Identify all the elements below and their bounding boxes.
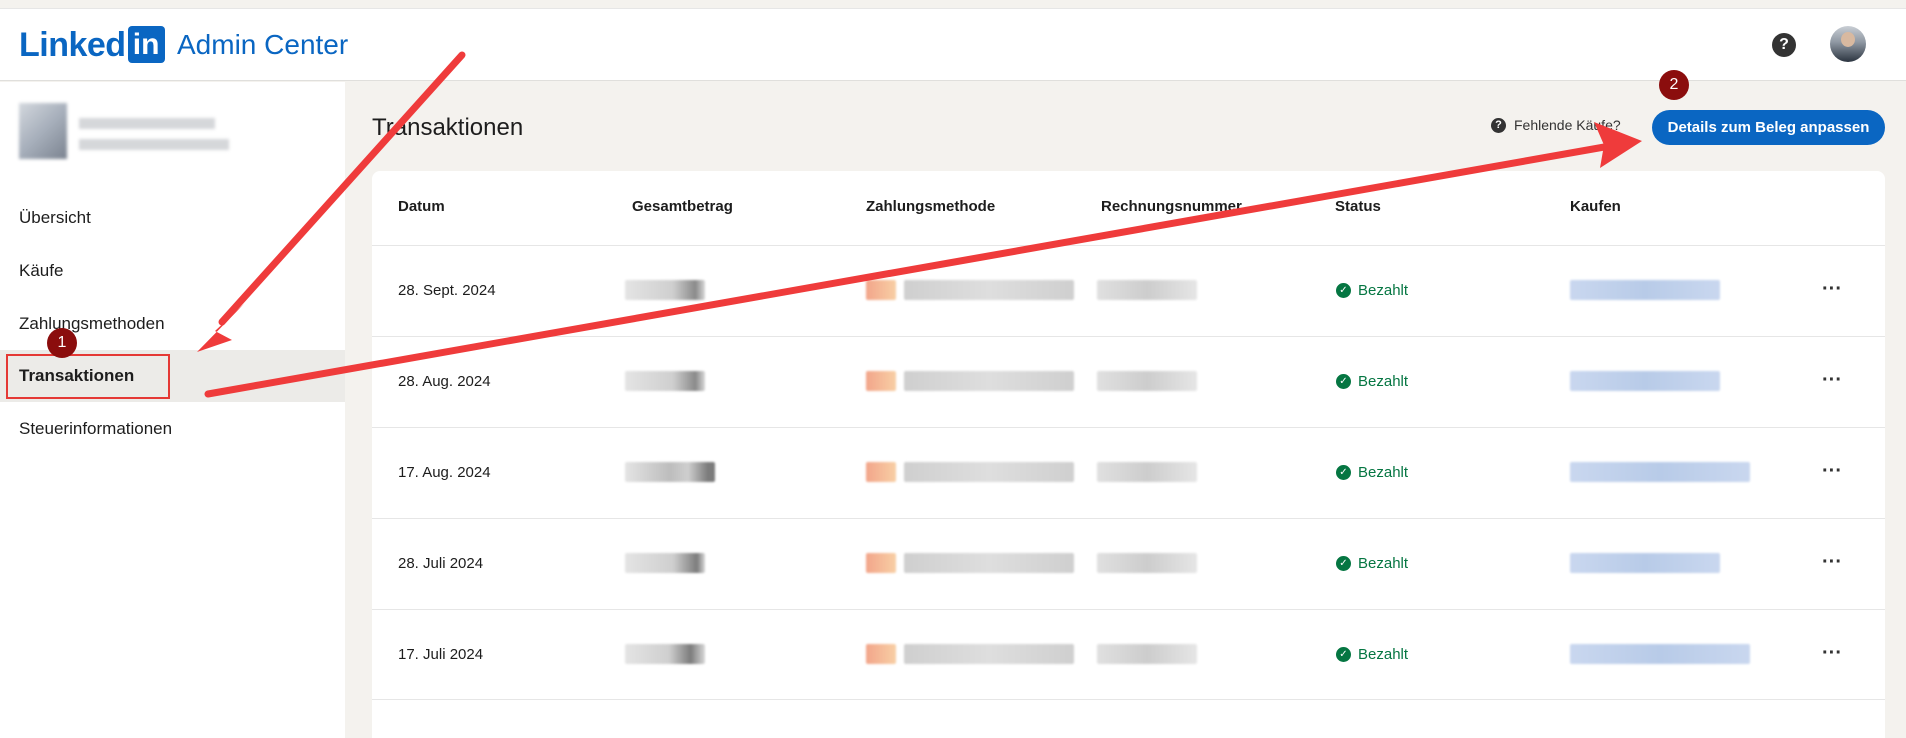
purchase-link-blurred[interactable] [1570, 553, 1720, 573]
payment-card-icon-blurred [866, 553, 896, 573]
help-icon[interactable]: ? [1772, 33, 1796, 57]
column-header-gesamtbetrag[interactable]: Gesamtbetrag [632, 198, 733, 215]
status-badge: ✓ Bezahlt [1336, 646, 1408, 663]
org-subtitle-blurred [79, 139, 229, 150]
invoice-number-blurred [1097, 280, 1197, 300]
question-icon: ? [1491, 117, 1506, 133]
check-circle-icon: ✓ [1336, 465, 1351, 480]
status-badge: ✓ Bezahlt [1336, 555, 1408, 572]
column-header-status[interactable]: Status [1335, 198, 1381, 215]
status-label: Bezahlt [1358, 282, 1409, 299]
annotation-badge-1: 1 [47, 328, 77, 358]
amount-blurred [625, 462, 715, 482]
missing-purchases-link[interactable]: ? Fehlende Käufe? [1491, 117, 1621, 133]
amount-blurred [625, 644, 705, 664]
logo-wordmark: Linked [19, 25, 126, 64]
status-label: Bezahlt [1358, 464, 1409, 481]
more-options-icon[interactable]: ··· [1822, 278, 1842, 301]
column-header-datum[interactable]: Datum [398, 198, 445, 215]
column-header-rechnungsnummer[interactable]: Rechnungsnummer [1101, 198, 1242, 215]
annotation-highlight-box [6, 354, 170, 399]
table-row[interactable]: 28. Aug. 2024 ✓ Bezahlt ··· [372, 336, 1885, 427]
column-header-kaufen[interactable]: Kaufen [1570, 198, 1621, 215]
row-date: 28. Sept. 2024 [398, 282, 496, 299]
more-options-icon[interactable]: ··· [1822, 460, 1842, 483]
payment-card-icon-blurred [866, 371, 896, 391]
column-header-zahlungsmethode[interactable]: Zahlungsmethode [866, 198, 995, 215]
sidebar: Übersicht Käufe Zahlungsmethoden Transak… [0, 82, 345, 738]
check-circle-icon: ✓ [1336, 374, 1351, 389]
payment-card-icon-blurred [866, 644, 896, 664]
purchase-link-blurred[interactable] [1570, 280, 1720, 300]
table-row[interactable]: 17. Aug. 2024 ✓ Bezahlt ··· [372, 427, 1885, 518]
sidebar-item-kaeufe[interactable]: Käufe [19, 261, 63, 281]
adjust-receipt-details-button[interactable]: Details zum Beleg anpassen [1652, 110, 1885, 145]
avatar[interactable] [1830, 26, 1866, 62]
more-options-icon[interactable]: ··· [1822, 551, 1842, 574]
more-options-icon[interactable]: ··· [1822, 642, 1842, 665]
org-logo-blurred [19, 103, 67, 159]
row-date: 17. Aug. 2024 [398, 464, 491, 481]
more-options-icon[interactable]: ··· [1822, 369, 1842, 392]
invoice-number-blurred [1097, 553, 1197, 573]
table-row[interactable]: 28. Sept. 2024 ✓ Bezahlt ··· [372, 245, 1885, 336]
payment-card-icon-blurred [866, 462, 896, 482]
status-badge: ✓ Bezahlt [1336, 373, 1408, 390]
invoice-number-blurred [1097, 462, 1197, 482]
check-circle-icon: ✓ [1336, 556, 1351, 571]
sidebar-item-zahlungsmethoden[interactable]: Zahlungsmethoden [19, 314, 165, 334]
row-date: 17. Juli 2024 [398, 646, 484, 663]
top-header: Linked in Admin Center ? [0, 8, 1906, 81]
payment-method-blurred [904, 462, 1074, 482]
invoice-number-blurred [1097, 371, 1197, 391]
payment-method-blurred [904, 553, 1074, 573]
page-title: Transaktionen [372, 114, 524, 141]
amount-blurred [625, 280, 705, 300]
missing-purchases-label: Fehlende Käufe? [1514, 117, 1621, 133]
status-label: Bezahlt [1358, 373, 1409, 390]
app-name: Admin Center [177, 29, 349, 60]
payment-card-icon-blurred [866, 280, 896, 300]
table-row[interactable]: 17. Juli 2024 ✓ Bezahlt ··· [372, 609, 1885, 700]
annotation-badge-2: 2 [1659, 70, 1689, 100]
status-badge: ✓ Bezahlt [1336, 282, 1408, 299]
org-name-blurred [79, 118, 215, 129]
check-circle-icon: ✓ [1336, 647, 1351, 662]
status-label: Bezahlt [1358, 646, 1409, 663]
status-label: Bezahlt [1358, 555, 1409, 572]
table-row[interactable]: 28. Juli 2024 ✓ Bezahlt ··· [372, 518, 1885, 609]
payment-method-blurred [904, 644, 1074, 664]
transactions-table: Datum Gesamtbetrag Zahlungsmethode Rechn… [372, 171, 1885, 738]
purchase-link-blurred[interactable] [1570, 371, 1720, 391]
linkedin-logo[interactable]: Linked in [19, 26, 165, 63]
check-circle-icon: ✓ [1336, 283, 1351, 298]
logo-in-box: in [127, 26, 165, 63]
row-date: 28. Aug. 2024 [398, 373, 491, 390]
row-date: 28. Juli 2024 [398, 555, 484, 572]
payment-method-blurred [904, 371, 1074, 391]
payment-method-blurred [904, 280, 1074, 300]
purchase-link-blurred[interactable] [1570, 462, 1750, 482]
invoice-number-blurred [1097, 644, 1197, 664]
sidebar-item-steuerinformationen[interactable]: Steuerinformationen [19, 419, 172, 439]
status-badge: ✓ Bezahlt [1336, 464, 1408, 481]
sidebar-item-uebersicht[interactable]: Übersicht [19, 208, 91, 228]
amount-blurred [625, 371, 705, 391]
purchase-link-blurred[interactable] [1570, 644, 1750, 664]
amount-blurred [625, 553, 705, 573]
